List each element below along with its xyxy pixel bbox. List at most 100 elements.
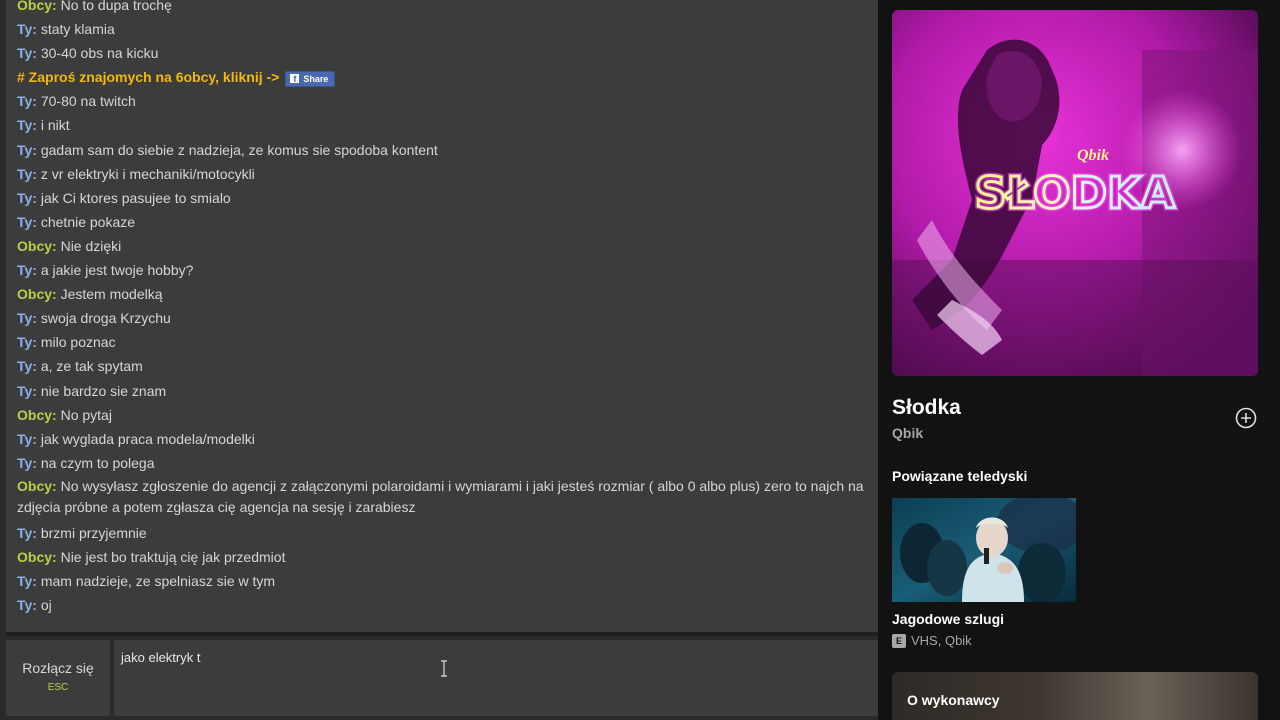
chat-message-text: gadam sam do siebie z nadzieja, ze komus… <box>40 141 438 158</box>
disconnect-shortcut-hint: ESC <box>47 682 69 693</box>
chat-message-text: mam nadzieje, ze spelniasz sie w tym <box>40 573 276 590</box>
speaker-stranger-label: Obcy: <box>17 477 57 494</box>
chat-message-text: No pytaj <box>60 406 112 423</box>
related-video-artists[interactable]: VHS, Qbik <box>911 633 972 648</box>
speaker-you-label: Ty: <box>17 358 37 375</box>
chat-message: Ty: swoja droga Krzychu <box>17 306 878 330</box>
chat-message-text: Nie dzięki <box>60 237 122 254</box>
chat-message: Ty: z vr elektryki i mechaniki/motocykli <box>17 162 878 186</box>
track-title: Słodka <box>892 396 961 419</box>
chat-message-text: a, ze tak spytam <box>40 358 143 375</box>
chat-message-text: na czym to polega <box>40 454 155 471</box>
speaker-you-label: Ty: <box>17 597 37 614</box>
speaker-you-label: Ty: <box>17 310 37 327</box>
chat-message: Ty: 70-80 na twitch <box>17 89 878 113</box>
music-panel: Qbik SŁODKA SŁODKA Słodka Qbik Powiązane… <box>878 0 1280 720</box>
chat-message-text: a jakie jest twoje hobby? <box>40 262 194 279</box>
chat-message-text: milo poznac <box>40 334 116 351</box>
message-input[interactable]: jako elektryk t <box>114 640 878 716</box>
invite-promo-line: # Zaproś znajomych na 6obcy, kliknij -> f… <box>17 65 878 89</box>
chat-message: Ty: nie bardzo sie znam <box>17 379 878 403</box>
chat-message: Obcy: Nie dzięki <box>17 234 878 258</box>
related-video-thumbnail[interactable] <box>892 498 1076 602</box>
chat-message-text: nie bardzo sie znam <box>40 382 167 399</box>
speaker-you-label: Ty: <box>17 141 37 158</box>
speaker-you-label: Ty: <box>17 93 37 110</box>
speaker-stranger-label: Obcy: <box>17 0 57 13</box>
text-cursor-icon <box>441 660 447 677</box>
track-artist[interactable]: Qbik <box>892 425 923 441</box>
chat-message-text: jak wyglada praca modela/modelki <box>40 430 255 447</box>
disconnect-button[interactable]: Rozłącz się ESC <box>6 640 110 716</box>
speaker-you-label: Ty: <box>17 21 37 38</box>
chat-panel: Obcy: No to dupa trochę Ty: staty klamia T… <box>0 0 878 720</box>
speaker-you-label: Ty: <box>17 573 37 590</box>
chat-message: Obcy: Nie jest bo traktują cię jak przed… <box>17 545 878 569</box>
speaker-you-label: Ty: <box>17 524 37 541</box>
cover-artist-script: Qbik <box>1077 147 1109 164</box>
speaker-you-label: Ty: <box>17 430 37 447</box>
chat-message: Ty: 30-40 obs na kicku <box>17 41 878 65</box>
chat-message: Ty: chetnie pokaze <box>17 210 878 234</box>
chat-message: Ty: mam nadzieje, ze spelniasz sie w tym <box>17 569 878 593</box>
chat-message-text: No to dupa trochę <box>60 0 172 13</box>
chat-message: Ty: a jakie jest twoje hobby? <box>17 258 878 282</box>
related-video-meta: E VHS, Qbik <box>892 633 972 648</box>
chat-message: Ty: i nikt <box>17 113 878 137</box>
chat-message: Obcy: No wysyłasz zgłoszenie do agencji … <box>17 475 878 521</box>
chat-message: Ty: oj <box>17 593 878 617</box>
related-videos-heading: Powiązane teledyski <box>892 468 1028 484</box>
message-input-value: jako elektryk t <box>121 650 201 665</box>
chat-message-text: staty klamia <box>40 21 115 38</box>
facebook-share-button[interactable]: f Share <box>285 70 336 87</box>
explicit-badge: E <box>892 633 906 648</box>
plus-circle-icon[interactable] <box>1235 407 1257 429</box>
chat-message-text: z vr elektryki i mechaniki/motocykli <box>40 165 255 182</box>
speaker-you-label: Ty: <box>17 454 37 471</box>
chat-message: Ty: a, ze tak spytam <box>17 354 878 378</box>
chat-message: Obcy: No pytaj <box>17 403 878 427</box>
chat-message: Ty: gadam sam do siebie z nadzieja, ze k… <box>17 138 878 162</box>
chat-message-text: brzmi przyjemnie <box>40 524 147 541</box>
about-artist-card[interactable]: O wykonawcy <box>892 672 1258 720</box>
about-artist-title: O wykonawcy <box>907 692 1000 708</box>
chat-message-text: Jestem modelką <box>60 286 163 303</box>
chat-message: Obcy: Jestem modelką <box>17 282 878 306</box>
speaker-stranger-label: Obcy: <box>17 286 57 303</box>
speaker-you-label: Ty: <box>17 262 37 279</box>
chat-message-text: i nikt <box>40 117 70 134</box>
chat-message: Ty: jak Ci ktores pasujee to smialo <box>17 186 878 210</box>
chat-message-text: 30-40 obs na kicku <box>40 45 159 62</box>
chat-message-text: Nie jest bo traktują cię jak przedmiot <box>60 548 286 565</box>
chat-message-text: jak Ci ktores pasujee to smialo <box>40 189 231 206</box>
chat-message: Ty: milo poznac <box>17 330 878 354</box>
speaker-you-label: Ty: <box>17 334 37 351</box>
speaker-stranger-label: Obcy: <box>17 548 57 565</box>
invite-promo-text[interactable]: # Zaproś znajomych na 6obcy, kliknij -> <box>17 69 279 85</box>
chat-log[interactable]: Obcy: No to dupa trochę Ty: staty klamia T… <box>6 0 878 632</box>
chat-message-text: oj <box>40 597 52 614</box>
chat-message-text: swoja droga Krzychu <box>40 310 171 327</box>
share-label: Share <box>303 73 329 84</box>
speaker-you-label: Ty: <box>17 165 37 182</box>
chat-message: Obcy: No to dupa trochę <box>17 0 878 17</box>
speaker-you-label: Ty: <box>17 382 37 399</box>
chat-message-text: chetnie pokaze <box>40 213 136 230</box>
chat-message-text: No wysyłasz zgłoszenie do agencji z załą… <box>17 477 864 516</box>
speaker-you-label: Ty: <box>17 117 37 134</box>
chat-messages: Obcy: No to dupa trochę Ty: staty klamia T… <box>17 0 878 617</box>
disconnect-label: Rozłącz się <box>22 660 94 676</box>
chat-message-text: 70-80 na twitch <box>40 93 136 110</box>
speaker-stranger-label: Obcy: <box>17 406 57 423</box>
chat-message: Ty: brzmi przyjemnie <box>17 521 878 545</box>
album-cover[interactable]: Qbik SŁODKA SŁODKA <box>892 10 1258 376</box>
divider <box>6 632 878 636</box>
chat-message: Ty: na czym to polega <box>17 451 878 475</box>
facebook-icon: f <box>290 74 300 84</box>
speaker-you-label: Ty: <box>17 213 37 230</box>
speaker-you-label: Ty: <box>17 189 37 206</box>
chat-message: Ty: staty klamia <box>17 17 878 41</box>
speaker-stranger-label: Obcy: <box>17 237 57 254</box>
chat-message: Ty: jak wyglada praca modela/modelki <box>17 427 878 451</box>
related-video-title[interactable]: Jagodowe szlugi <box>892 611 1004 627</box>
